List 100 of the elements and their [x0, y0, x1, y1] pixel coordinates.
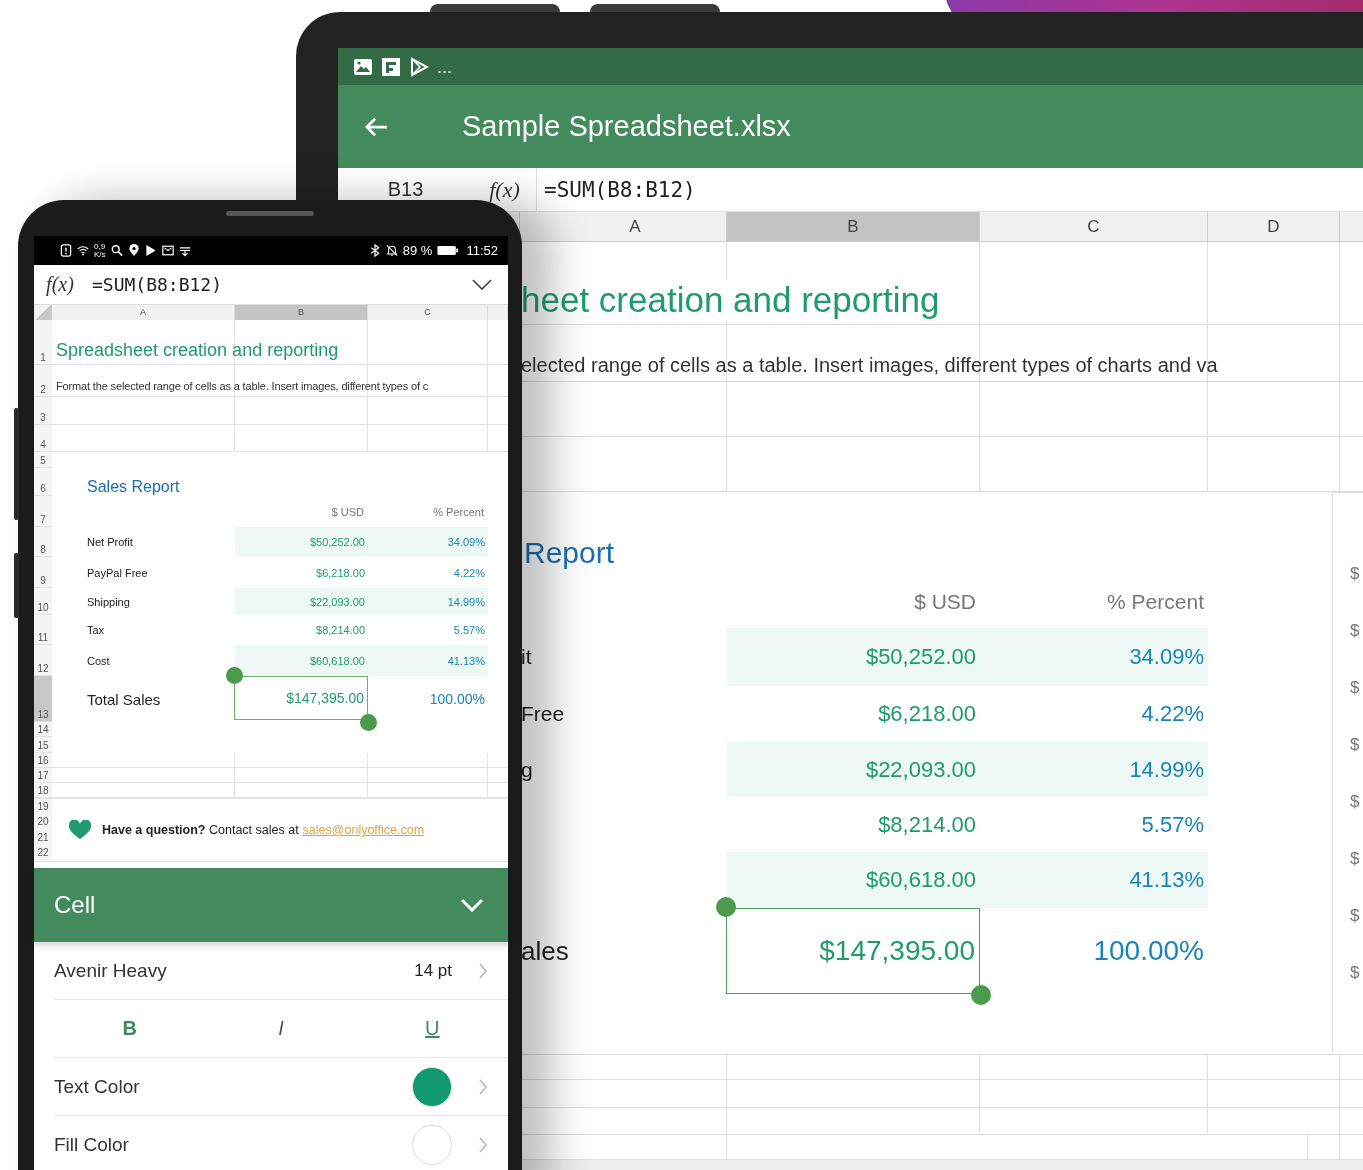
row-number[interactable]: 9 — [34, 557, 52, 588]
row-number[interactable]: 12 — [34, 645, 52, 676]
row-number[interactable]: 13 — [34, 676, 52, 722]
cell-reference: B13 — [386, 178, 425, 201]
table-cell: $50,252.00 — [727, 628, 980, 686]
bell-off-icon — [385, 244, 398, 257]
row-label: g — [521, 757, 533, 782]
text-style-button[interactable]: I — [205, 1000, 357, 1057]
table-cell-text: $6,218.00 — [315, 565, 366, 581]
table-cell: 41.13% — [368, 645, 488, 676]
sheet-description: elected range of cells as a table. Insert images, different types of charts and va — [521, 354, 1218, 377]
row-number[interactable]: 19 — [34, 800, 52, 813]
table-cell-text: 5.57% — [452, 623, 486, 638]
location-pin-icon — [127, 244, 140, 257]
table-cell-text: $6,218.00 — [877, 700, 977, 728]
column-header[interactable]: D — [1208, 212, 1340, 241]
formula-field[interactable]: =SUM(B8:B12) — [537, 177, 696, 202]
function-label: f(x) — [45, 273, 75, 296]
chevron-right-icon — [478, 1077, 488, 1096]
row-number[interactable]: 11 — [34, 615, 52, 645]
axis-label: $ — [1350, 962, 1361, 984]
column-label: % Percent — [1106, 589, 1205, 614]
row-number[interactable]: 18 — [34, 783, 52, 798]
row-number[interactable]: 2 — [34, 365, 52, 397]
selection-handle[interactable] — [716, 897, 736, 917]
column-label: $ USD — [913, 589, 977, 614]
column-header[interactable]: C — [980, 212, 1208, 241]
speed-unit: K/s — [94, 250, 106, 259]
selection-handle[interactable] — [360, 714, 377, 731]
table-cell-text: 4.22% — [1140, 700, 1205, 728]
table-cell-text: 100.00% — [1092, 934, 1205, 968]
axis-label: $ — [1350, 905, 1361, 927]
sheet-description: Format the selected range of cells as a table. Insert images, different types of c — [56, 380, 429, 392]
battery-icon — [437, 245, 460, 256]
row-number[interactable]: 17 — [34, 768, 52, 783]
font-size: 14 pt — [414, 960, 452, 981]
table-cell[interactable]: $147,395.00 — [234, 676, 368, 720]
panel-title: Cell — [54, 891, 96, 919]
row-number[interactable]: 5 — [34, 452, 52, 468]
row-number[interactable]: 14 — [34, 722, 52, 737]
axis-label: $ — [1350, 563, 1361, 585]
row-label: Shipping — [87, 595, 130, 608]
font-setting[interactable]: Avenir Heavy 14 pt — [54, 942, 508, 1000]
panel-header[interactable]: Cell — [34, 868, 508, 942]
axis-label: $ — [1350, 620, 1361, 642]
row-number[interactable]: 16 — [34, 753, 52, 768]
row-number[interactable]: 10 — [34, 588, 52, 615]
table-cell: 34.09% — [980, 628, 1208, 686]
bluetooth-icon — [368, 244, 381, 257]
play-icon — [144, 244, 157, 257]
row-number[interactable]: 22 — [34, 847, 52, 860]
contact-text: Have a question? Contact sales at — [102, 823, 299, 837]
row-number[interactable]: 15 — [34, 737, 52, 753]
row-number[interactable]: 1 — [34, 320, 52, 365]
sim-alert-icon — [60, 244, 72, 257]
color-setting[interactable]: Text Color — [54, 1058, 508, 1116]
overflow-indicator: ... — [437, 57, 452, 78]
clock: 11:52 — [466, 243, 498, 258]
row-number[interactable]: 8 — [34, 527, 52, 557]
row-number[interactable]: 20 — [34, 816, 52, 829]
table-cell-text: 5.57% — [1140, 810, 1205, 839]
report-title: Report — [524, 535, 615, 570]
row-label: Total Sales — [87, 690, 161, 708]
table-cell-text: $8,214.00 — [315, 623, 366, 638]
square-logo-icon — [381, 56, 401, 77]
row-number[interactable]: 21 — [34, 831, 52, 844]
sheet-title: heet creation and reporting — [521, 280, 940, 320]
battery-percent: 89 % — [402, 243, 433, 258]
axis-label: $ — [1350, 791, 1361, 813]
download-icon — [178, 244, 191, 257]
axis-label: $ — [1350, 677, 1361, 699]
table-cell: 14.99% — [368, 588, 488, 615]
table-cell: 41.13% — [980, 852, 1208, 908]
row-label: Net Profit — [87, 536, 133, 548]
row-number[interactable]: 7 — [34, 496, 52, 527]
row-number[interactable]: 6 — [34, 468, 52, 496]
report-title: Sales Report — [87, 478, 181, 496]
back-arrow-icon[interactable] — [363, 115, 389, 138]
sheet-title: Spreadsheet creation and reporting — [56, 340, 339, 361]
formula-field[interactable]: =SUM(B8:B12) — [86, 274, 472, 295]
table-cell: 34.09% — [368, 527, 488, 557]
chevron-right-icon — [478, 961, 488, 980]
text-style-button[interactable]: U — [356, 1000, 508, 1057]
chevron-down-icon[interactable] — [472, 279, 492, 290]
color-setting[interactable]: Fill Color — [54, 1116, 508, 1170]
row-number[interactable]: 4 — [34, 425, 52, 452]
row-number[interactable]: 3 — [34, 397, 52, 425]
row-label: Tax — [87, 624, 105, 636]
selection-handle[interactable] — [226, 667, 243, 684]
table-cell: $60,618.00 — [727, 852, 980, 908]
heart-icon — [68, 820, 92, 840]
mail-icon — [161, 244, 174, 257]
table-cell-text: 4.22% — [452, 565, 486, 581]
text-style-button[interactable]: B — [54, 1000, 206, 1057]
table-cell[interactable]: $147,395.00 — [726, 908, 980, 994]
axis-label: $ — [1350, 734, 1361, 756]
search-icon — [110, 244, 123, 257]
column-header[interactable]: B — [727, 212, 980, 241]
column-header[interactable]: B — [235, 305, 368, 320]
selection-handle[interactable] — [971, 985, 991, 1005]
